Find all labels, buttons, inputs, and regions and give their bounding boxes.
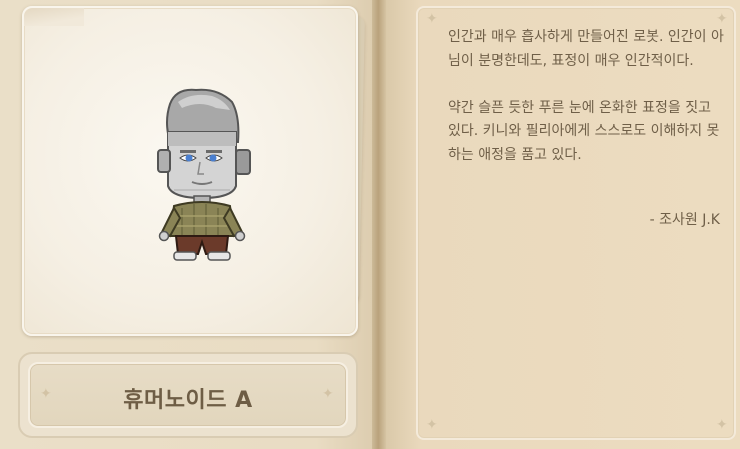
monster-description: 인간과 매우 흡사하게 만들어진 로봇. 인간이 아님이 분명한데도, 표정이 … <box>448 26 724 167</box>
sparkle-icon: ✦ <box>426 417 438 433</box>
sparkle-icon: ✦ <box>716 11 728 27</box>
researcher-signature: - 조사원 J.K <box>649 212 720 228</box>
humanoid-robot-icon <box>157 88 251 261</box>
description-paragraph-1: 인간과 매우 흡사하게 만들어진 로봇. 인간이 아님이 분명한데도, 표정이 … <box>448 29 724 69</box>
photo-card-fold <box>24 8 84 26</box>
sparkle-icon: ✦ <box>716 417 728 433</box>
monster-photo-card <box>22 6 358 336</box>
book-spine <box>372 0 386 449</box>
monster-name: 휴머노이드 A <box>123 388 253 413</box>
description-paragraph-2: 약간 슬픈 듯한 푸른 눈에 온화한 표정을 짓고 있다. 키니와 필리아에게 … <box>448 99 720 163</box>
name-plate: ✦ ✦ 휴머노이드 A <box>18 352 358 438</box>
sparkle-icon: ✦ <box>426 11 438 27</box>
